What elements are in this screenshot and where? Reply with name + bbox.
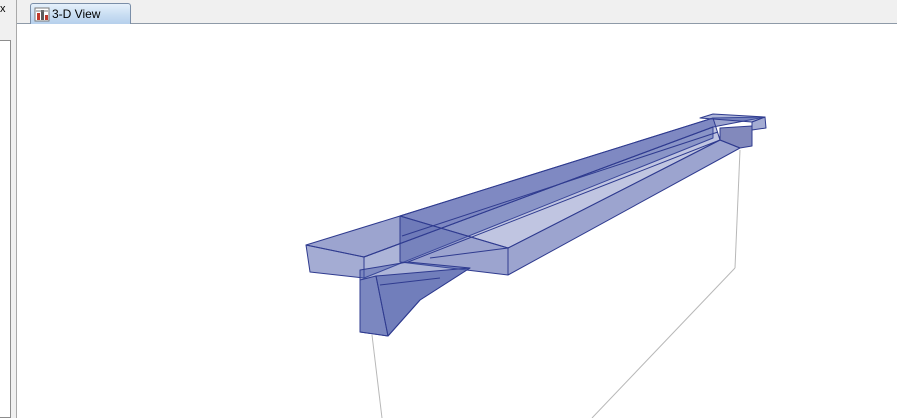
support-line-left [371, 334, 383, 418]
3d-model-canvas[interactable] [17, 24, 897, 418]
left-panel-content[interactable] [0, 40, 11, 418]
tab-3d-view[interactable]: 3-D View [30, 3, 131, 24]
left-panel: x [0, 0, 17, 418]
close-icon[interactable]: x [0, 4, 6, 15]
support-line-right-vertical [734, 149, 741, 269]
app-window: x 3-D View [0, 0, 897, 418]
support-line-right-diagonal [591, 267, 736, 418]
tab-bar: 3-D View [17, 0, 897, 24]
3d-view-icon [34, 7, 50, 22]
beam-model [305, 113, 767, 337]
tab-label: 3-D View [52, 7, 101, 21]
3d-viewport[interactable] [17, 24, 897, 418]
haunch-slope [375, 267, 471, 337]
